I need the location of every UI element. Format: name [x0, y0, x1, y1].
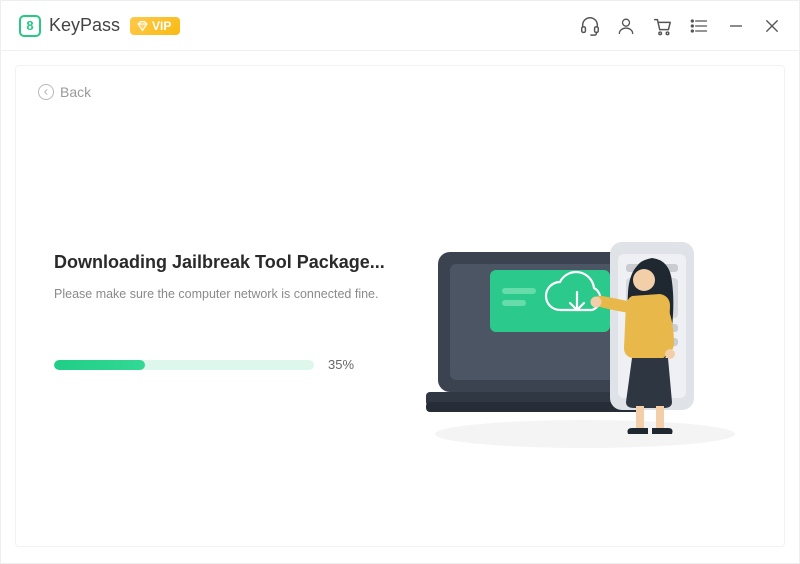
back-button[interactable]: Back [38, 84, 91, 100]
account-button[interactable] [615, 15, 637, 37]
progress-fill [54, 360, 145, 370]
page-title: Downloading Jailbreak Tool Package... [54, 252, 408, 273]
app-logo: 8 [19, 15, 41, 37]
content-row: Downloading Jailbreak Tool Package... Pl… [38, 100, 762, 524]
close-button[interactable] [761, 15, 783, 37]
menu-icon [688, 16, 710, 36]
progress-bar: 35% [54, 357, 408, 372]
progress-track [54, 360, 314, 370]
minimize-button[interactable] [725, 15, 747, 37]
cart-button[interactable] [651, 15, 673, 37]
progress-percent: 35% [328, 357, 354, 372]
main-card: Back Downloading Jailbreak Tool Package.… [15, 65, 785, 547]
logo-glyph: 8 [26, 18, 33, 33]
page-subtext: Please make sure the computer network is… [54, 287, 408, 301]
app-window: 8 KeyPass VIP [0, 0, 800, 564]
support-button[interactable] [579, 15, 601, 37]
back-chevron-icon [38, 84, 54, 100]
close-icon [763, 17, 781, 35]
app-name: KeyPass [49, 15, 120, 36]
minimize-icon [727, 17, 745, 35]
menu-button[interactable] [687, 15, 711, 37]
user-icon [616, 15, 636, 37]
vip-label: VIP [152, 19, 171, 33]
left-column: Downloading Jailbreak Tool Package... Pl… [38, 252, 408, 372]
titlebar: 8 KeyPass VIP [1, 1, 799, 51]
cart-icon [651, 15, 673, 37]
illustration-column [408, 162, 762, 462]
headset-icon [579, 15, 601, 37]
diamond-icon [136, 20, 149, 32]
back-label: Back [60, 84, 91, 100]
title-actions [579, 15, 783, 37]
vip-badge[interactable]: VIP [130, 17, 180, 35]
body: Back Downloading Jailbreak Tool Package.… [1, 51, 799, 563]
download-illustration [420, 162, 750, 462]
